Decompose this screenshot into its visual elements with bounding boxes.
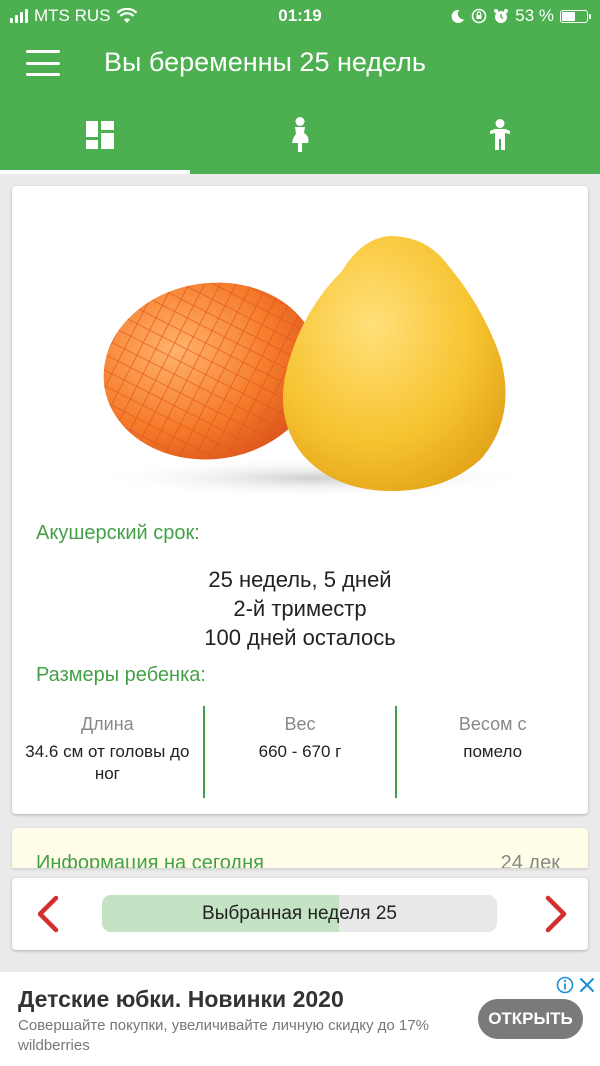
ad-info-icon[interactable] xyxy=(556,976,574,994)
ad-close-icon[interactable] xyxy=(578,976,596,994)
weight-value: 660 - 670 г xyxy=(258,742,342,761)
week-progress-bar[interactable]: Выбранная неделя 25 xyxy=(102,895,497,932)
length-label: Длина xyxy=(80,714,134,734)
week-card: Акушерский срок: 25 недель, 5 дней 2-й т… xyxy=(12,186,588,814)
baby-size-label: Размеры ребенка: xyxy=(36,664,206,686)
tab-baby[interactable] xyxy=(400,96,600,174)
today-info-date: 24 дек xyxy=(500,852,560,868)
today-info-title: Информация на сегодня xyxy=(36,852,264,868)
ad-description: Совершайте покупки, увеличивайте личную … xyxy=(18,1017,429,1034)
app-bar: Вы беременны 25 недель xyxy=(0,30,600,96)
ad-title[interactable]: Детские юбки. Новинки 2020 xyxy=(18,986,344,1013)
alarm-icon xyxy=(494,9,509,23)
page-title: Вы беременны 25 недель xyxy=(104,47,426,77)
orientation-lock-icon xyxy=(471,8,487,24)
ad-banner[interactable]: Детские юбки. Новинки 2020 Совершайте по… xyxy=(0,972,600,1066)
status-right: 53 % xyxy=(450,6,591,26)
size-weight: Вес 660 - 670 г xyxy=(202,706,396,798)
battery-icon xyxy=(560,9,591,23)
term-trimester: 2-й триместр xyxy=(233,596,367,621)
mother-icon xyxy=(292,117,309,152)
dashboard-icon xyxy=(86,121,114,149)
term-label: Акушерский срок: xyxy=(36,522,200,544)
size-compare: Весом с помело xyxy=(395,706,588,798)
selected-week-label: Выбранная неделя 25 xyxy=(202,902,397,924)
battery-percent: 53 % xyxy=(515,6,554,25)
ad-advertiser: wildberries xyxy=(18,1037,90,1054)
status-bar: MTS RUS 01:19 53 % xyxy=(0,0,600,30)
term-days-left: 100 дней осталось xyxy=(204,625,396,650)
pomelo-image xyxy=(92,236,532,498)
tab-mother[interactable] xyxy=(200,96,400,174)
moon-icon xyxy=(451,9,465,23)
chevron-right-icon[interactable] xyxy=(534,894,574,934)
chevron-left-icon[interactable] xyxy=(30,894,70,934)
ad-open-button[interactable]: ОТКРЫТЬ xyxy=(478,999,583,1039)
baby-icon xyxy=(490,119,510,150)
tab-bar xyxy=(0,96,600,174)
ad-text: Совершайте покупки, увеличивайте личную … xyxy=(18,1016,488,1056)
weight-label: Вес xyxy=(284,714,316,734)
compare-value: помело xyxy=(463,742,523,761)
compare-label: Весом с xyxy=(458,714,527,734)
tab-dashboard[interactable] xyxy=(0,96,200,174)
hamburger-menu-icon[interactable] xyxy=(26,50,60,76)
baby-size-table: Длина 34.6 см от головы до ног Вес 660 -… xyxy=(12,706,588,798)
today-info-card[interactable]: Информация на сегодня 24 дек xyxy=(12,828,588,868)
length-value: 34.6 см от головы до ног xyxy=(25,742,190,783)
term-weeks-days: 25 недель, 5 дней xyxy=(208,567,392,592)
size-length: Длина 34.6 см от головы до ног xyxy=(12,706,203,798)
week-navigation: Выбранная неделя 25 xyxy=(12,878,588,950)
